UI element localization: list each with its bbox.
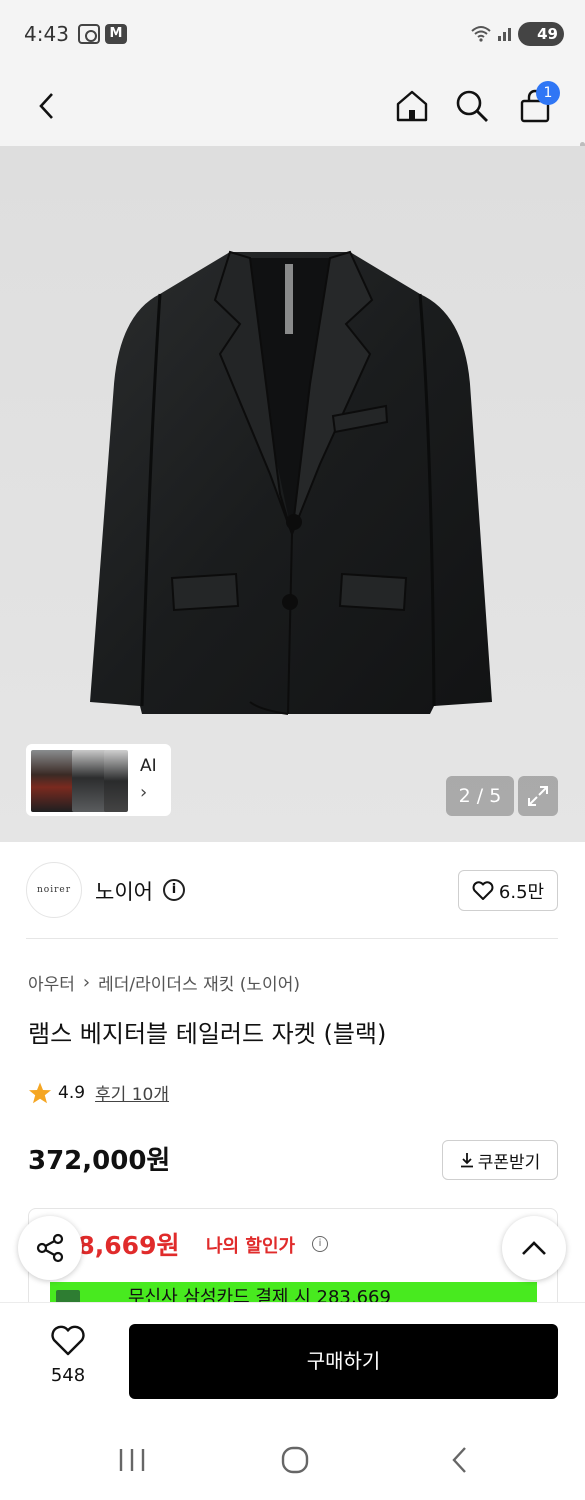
home-circle-icon xyxy=(281,1446,309,1474)
breadcrumb: 아우터 › 레더/라이더스 재킷 (노이어) xyxy=(28,970,300,995)
recent-apps-icon xyxy=(119,1449,145,1471)
discount-label: 나의 할인가 xyxy=(206,1236,296,1257)
info-icon[interactable]: i xyxy=(312,1236,328,1252)
search-button[interactable] xyxy=(447,81,497,131)
cart-count-badge: 1 xyxy=(536,81,560,105)
brand-logo[interactable]: noirer xyxy=(26,862,82,918)
styling-thumbnail xyxy=(104,750,128,812)
chevron-right-icon: › xyxy=(140,782,148,803)
signal-icon xyxy=(498,28,511,41)
brand-name[interactable]: 노이어 xyxy=(95,876,153,906)
coupon-button[interactable]: 쿠폰받기 xyxy=(442,1140,558,1180)
notification-m-icon: M xyxy=(105,24,127,44)
divider xyxy=(26,938,558,939)
home-icon xyxy=(396,90,428,122)
ai-styling-thumbnails[interactable]: AI › xyxy=(26,744,171,816)
buy-button[interactable]: 구매하기 xyxy=(129,1324,558,1399)
product-title: 램스 베지터블 테일러드 자켓 (블랙) xyxy=(28,1020,387,1048)
search-icon xyxy=(456,90,488,122)
coupon-label: 쿠폰받기 xyxy=(477,1152,541,1173)
screenshot-icon xyxy=(78,24,100,44)
info-icon[interactable]: i xyxy=(163,879,185,901)
home-button[interactable] xyxy=(387,81,437,131)
product-image-gallery[interactable]: AI › 2 / 5 xyxy=(0,146,585,842)
breadcrumb-subcategory[interactable]: 레더/라이더스 재킷 (노이어) xyxy=(98,970,300,995)
wishlist-count: 548 xyxy=(50,1365,86,1386)
styling-thumbnail xyxy=(72,750,108,812)
share-button[interactable] xyxy=(18,1216,82,1280)
system-navigation-bar xyxy=(0,1418,585,1500)
expand-icon xyxy=(528,786,548,806)
status-time: 4:43 xyxy=(24,22,69,46)
product-photo xyxy=(90,250,492,715)
image-counter: 2 / 5 xyxy=(446,776,514,816)
status-bar: 4:43 M 49 xyxy=(0,0,585,68)
fullscreen-button[interactable] xyxy=(518,776,558,816)
back-chevron-icon xyxy=(452,1447,466,1473)
brand-like-button[interactable]: 6.5만 xyxy=(458,870,558,911)
ai-label: AI xyxy=(140,756,157,776)
bottom-action-bar: 548 구매하기 xyxy=(0,1302,585,1418)
recent-apps-button[interactable] xyxy=(112,1440,152,1480)
battery-level: 49 xyxy=(537,25,558,43)
heart-icon xyxy=(472,880,494,900)
battery-icon: 49 xyxy=(518,22,564,46)
top-nav: 1 xyxy=(0,68,585,216)
heart-icon xyxy=(51,1325,85,1356)
wifi-icon xyxy=(471,26,491,42)
home-system-button[interactable] xyxy=(275,1440,315,1480)
download-icon xyxy=(460,1153,473,1168)
star-icon xyxy=(29,1082,51,1103)
rating-row: 4.9 후기 10개 xyxy=(28,1080,169,1105)
breadcrumb-category[interactable]: 아우터 xyxy=(28,970,75,995)
wishlist-button[interactable]: 548 xyxy=(30,1325,106,1397)
chevron-right-icon: › xyxy=(82,972,91,993)
cart-button[interactable]: 1 xyxy=(510,81,560,131)
rating-value: 4.9 xyxy=(58,1082,86,1103)
product-price: 372,000원 xyxy=(28,1146,171,1176)
chevron-up-icon xyxy=(522,1241,546,1255)
brand-like-count: 6.5만 xyxy=(498,881,545,903)
chevron-left-icon xyxy=(39,93,53,119)
scroll-top-button[interactable] xyxy=(502,1216,566,1280)
back-button[interactable] xyxy=(22,81,72,131)
back-system-button[interactable] xyxy=(440,1440,480,1480)
reviews-link[interactable]: 후기 10개 xyxy=(95,1080,169,1105)
share-icon xyxy=(36,1233,64,1263)
